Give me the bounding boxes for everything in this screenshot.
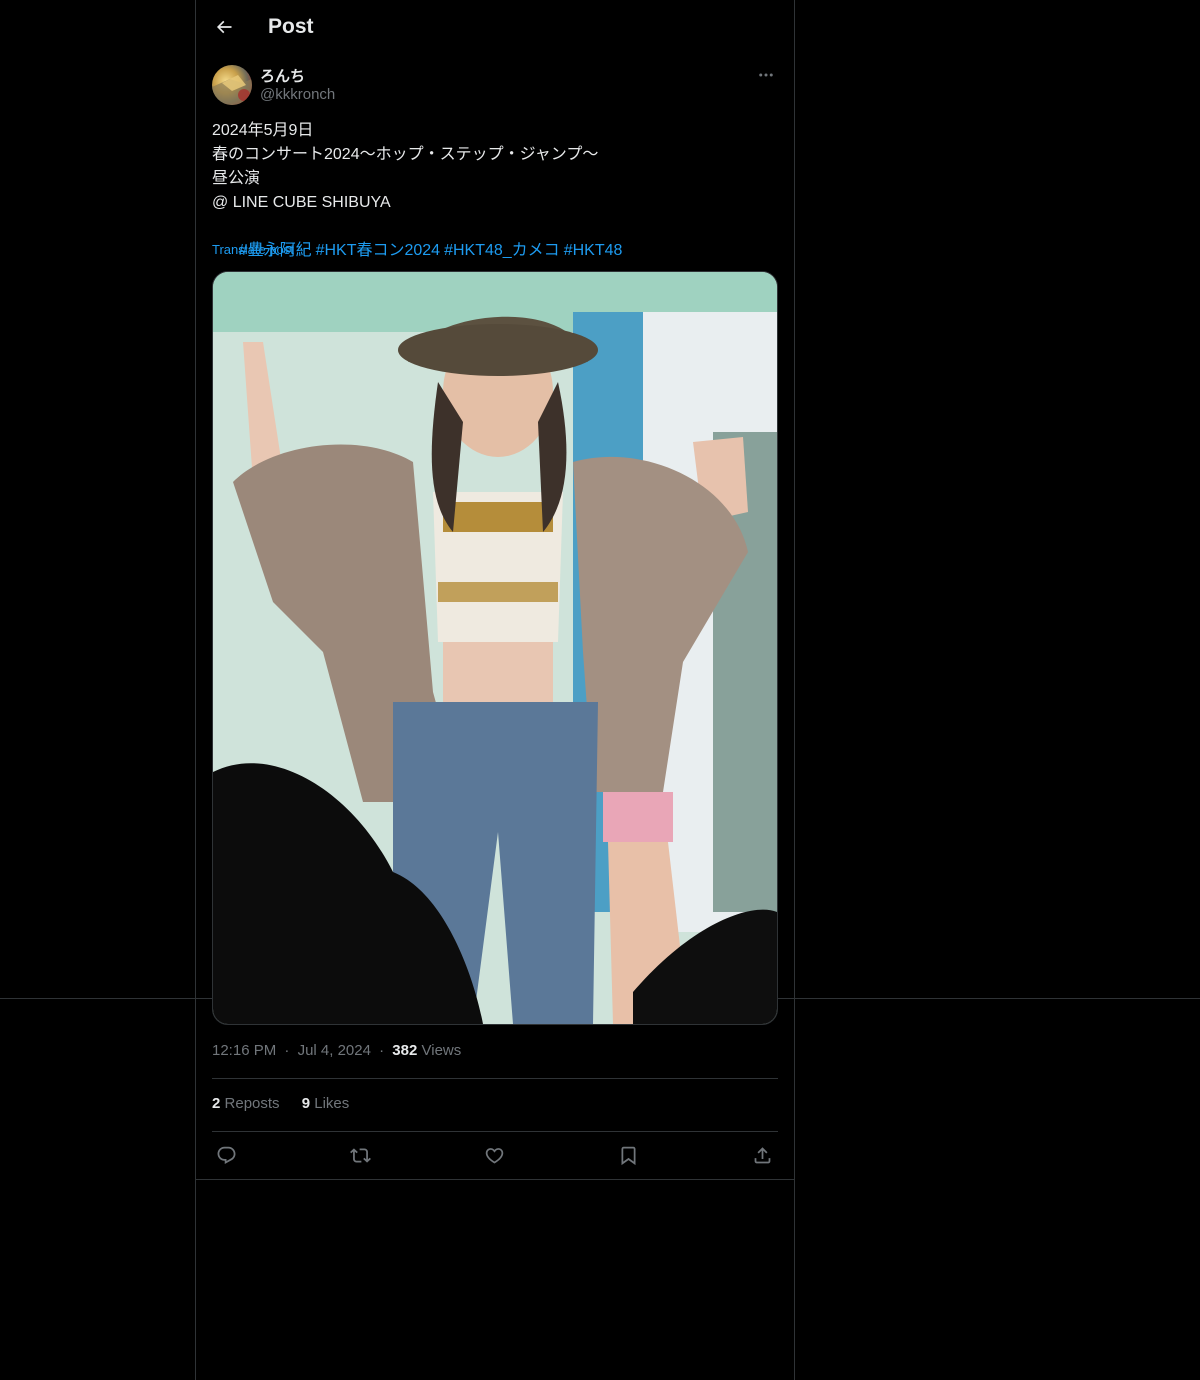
post-photo[interactable] xyxy=(212,271,778,1025)
reposts-label: Reposts xyxy=(224,1095,280,1112)
post-bottom-border xyxy=(196,1179,794,1180)
avatar[interactable] xyxy=(212,65,252,105)
post-line: 春のコンサート2024〜ホップ・ステップ・ジャンプ〜 xyxy=(212,146,599,163)
post-line: @ LINE CUBE SHIBUYA xyxy=(212,194,391,211)
arrow-left-icon xyxy=(216,20,232,34)
hashtag-link[interactable]: #HKT48 xyxy=(564,242,623,259)
views-count: 382 xyxy=(392,1042,418,1059)
post-meta: 12:16 PM · Jul 4, 2024 · 382 Views xyxy=(212,1042,461,1059)
concert-photo-image xyxy=(213,272,777,1024)
more-button[interactable] xyxy=(754,64,778,86)
post-text: 2024年5月9日 春のコンサート2024〜ホップ・ステップ・ジャンプ〜 昼公演… xyxy=(212,119,778,287)
engagement-stats: 2 Reposts 9 Likes xyxy=(212,1095,367,1112)
post-time[interactable]: 12:16 PM xyxy=(212,1042,276,1059)
post-line: 2024年5月9日 xyxy=(212,122,314,139)
post-column: Post ろんち @kkkronch 2024年5月9日 春のコンサート2024… xyxy=(195,0,795,1380)
author-row: ろんち @kkkronch xyxy=(212,64,778,108)
action-bar xyxy=(212,1141,778,1169)
avatar-image xyxy=(212,75,252,105)
views-label: Views xyxy=(421,1042,462,1059)
share-button[interactable] xyxy=(748,1141,776,1169)
repost-icon xyxy=(349,1147,371,1163)
meta-separator: · xyxy=(284,1042,290,1059)
back-button[interactable] xyxy=(210,13,238,41)
likes-count: 9 xyxy=(301,1095,311,1112)
stats-divider xyxy=(212,1131,778,1132)
hashtag-link[interactable]: #HKT春コン2024 xyxy=(316,242,441,259)
reposts-count: 2 xyxy=(212,1095,221,1112)
post-line: 昼公演 xyxy=(212,170,261,187)
post-date[interactable]: Jul 4, 2024 xyxy=(298,1042,371,1059)
likes-stat[interactable]: 9 Likes xyxy=(302,1095,350,1112)
hashtag-link[interactable]: #HKT48_カメコ xyxy=(444,242,560,259)
heart-icon xyxy=(485,1147,503,1164)
meta-separator: · xyxy=(379,1042,385,1059)
reposts-stat[interactable]: 2 Reposts xyxy=(212,1095,284,1112)
likes-label: Likes xyxy=(314,1095,350,1112)
meta-divider xyxy=(212,1078,778,1079)
share-icon xyxy=(754,1146,770,1163)
user-handle[interactable]: @kkkronch xyxy=(260,86,335,103)
page-title: Post xyxy=(268,15,314,38)
like-button[interactable] xyxy=(480,1141,508,1169)
display-name[interactable]: ろんち xyxy=(260,65,305,86)
bookmark-icon xyxy=(621,1146,635,1165)
bookmark-button[interactable] xyxy=(614,1141,642,1169)
repost-button[interactable] xyxy=(346,1141,374,1169)
more-horizontal-icon xyxy=(759,73,773,77)
translate-post-link[interactable]: Translate post xyxy=(212,242,294,257)
reply-button[interactable] xyxy=(212,1141,240,1169)
reply-icon xyxy=(217,1146,235,1164)
top-bar: Post xyxy=(196,0,794,54)
